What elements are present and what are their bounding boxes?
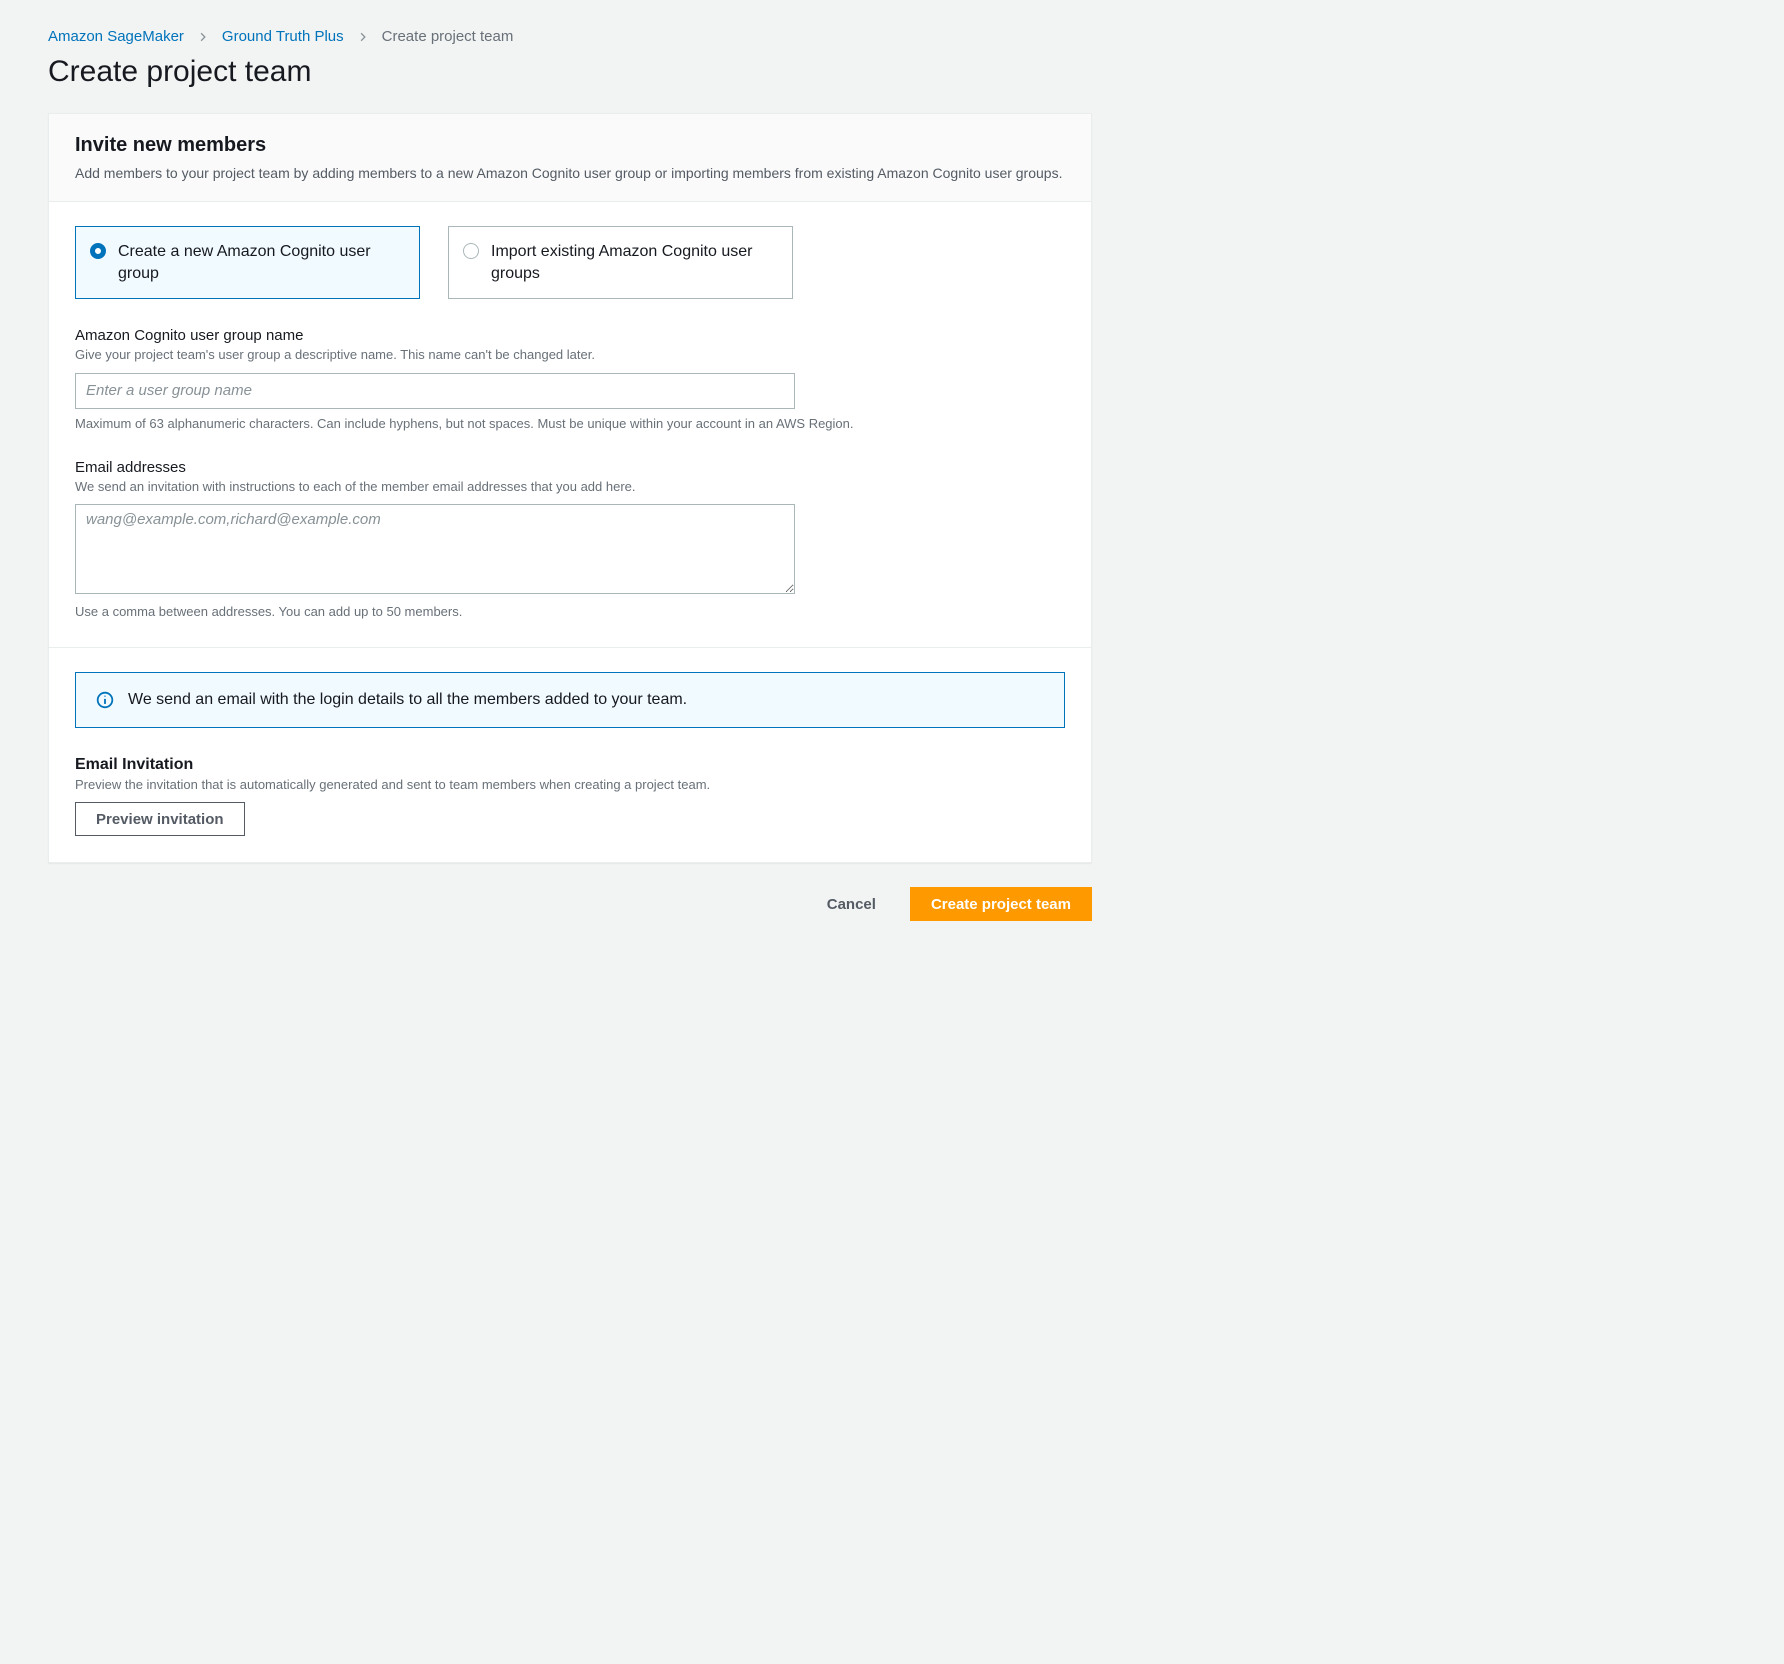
preview-invitation-button[interactable]: Preview invitation (75, 802, 245, 836)
radio-icon (90, 243, 106, 259)
invite-members-panel: Invite new members Add members to your p… (48, 113, 1092, 863)
option-create-new-group[interactable]: Create a new Amazon Cognito user group (75, 226, 420, 299)
panel-description: Add members to your project team by addi… (75, 163, 1065, 183)
emails-field-group: Email addresses We send an invitation wi… (75, 459, 1065, 621)
radio-icon (463, 243, 479, 259)
cancel-button[interactable]: Cancel (807, 887, 896, 921)
option-label: Import existing Amazon Cognito user grou… (491, 241, 774, 284)
group-name-input[interactable] (75, 373, 795, 409)
option-label: Create a new Amazon Cognito user group (118, 241, 401, 284)
group-name-field-group: Amazon Cognito user group name Give your… (75, 327, 1065, 432)
panel-title: Invite new members (75, 134, 1065, 157)
create-project-team-button[interactable]: Create project team (910, 887, 1092, 921)
breadcrumb-link-ground-truth-plus[interactable]: Ground Truth Plus (222, 28, 344, 45)
field-help: We send an invitation with instructions … (75, 478, 1065, 496)
invitation-section: We send an email with the login details … (49, 647, 1091, 862)
breadcrumb-link-sagemaker[interactable]: Amazon SageMaker (48, 28, 184, 45)
chevron-right-icon (198, 32, 208, 42)
field-help: Give your project team's user group a de… (75, 346, 1065, 364)
breadcrumb-current: Create project team (382, 28, 514, 45)
option-import-existing-groups[interactable]: Import existing Amazon Cognito user grou… (448, 226, 793, 299)
field-constraint: Use a comma between addresses. You can a… (75, 603, 1065, 621)
emails-textarea[interactable] (75, 504, 795, 594)
breadcrumb: Amazon SageMaker Ground Truth Plus Creat… (48, 28, 1092, 45)
info-text: We send an email with the login details … (128, 691, 687, 709)
info-alert: We send an email with the login details … (75, 672, 1065, 728)
user-group-option-row: Create a new Amazon Cognito user group I… (75, 226, 1065, 299)
email-invitation-help: Preview the invitation that is automatic… (75, 776, 1065, 794)
chevron-right-icon (358, 32, 368, 42)
info-icon (96, 691, 114, 709)
field-constraint: Maximum of 63 alphanumeric characters. C… (75, 415, 1065, 433)
footer-actions: Cancel Create project team (48, 887, 1092, 921)
field-label: Amazon Cognito user group name (75, 327, 1065, 344)
page-title: Create project team (48, 55, 1092, 89)
email-invitation-heading: Email Invitation (75, 756, 1065, 774)
panel-header: Invite new members Add members to your p… (49, 114, 1091, 202)
field-label: Email addresses (75, 459, 1065, 476)
